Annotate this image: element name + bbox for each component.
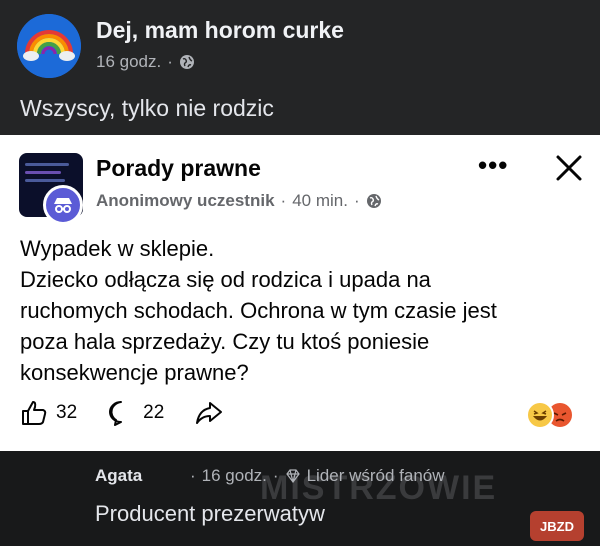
fan-badge: Lider wśród fanów <box>306 466 445 485</box>
post-actions: 32 22 <box>20 399 254 427</box>
body-line: Dziecko odłącza się od rodzica i upada n… <box>20 267 431 292</box>
thumbs-up-icon <box>22 401 47 425</box>
reaction-summary[interactable] <box>526 401 574 429</box>
post-time[interactable]: 40 min. <box>292 191 348 211</box>
watermark-badge: JBZD <box>530 511 584 541</box>
shared-group-name[interactable]: Porady prawne <box>96 155 261 182</box>
post-author[interactable]: Anonimowy uczestnik <box>96 191 275 211</box>
meta-separator: · <box>272 466 279 485</box>
comment-bubble-icon <box>109 401 123 426</box>
comment-button[interactable]: 22 <box>107 399 164 427</box>
comment-author[interactable]: Agata <box>95 466 142 486</box>
comment-text: Producent prezerwatyw <box>95 501 325 526</box>
close-icon[interactable] <box>552 151 586 185</box>
shared-post-body: Wypadek w sklepie. Dziecko odłącza się o… <box>20 233 580 388</box>
like-count: 32 <box>56 402 78 423</box>
comment-count: 22 <box>143 402 165 423</box>
body-line: Wypadek w sklepie. <box>20 236 215 261</box>
shared-post-card: Porady prawne Anonimowy uczestnik · 40 m… <box>0 135 600 451</box>
group-avatar[interactable] <box>17 14 81 78</box>
group-name[interactable]: Dej, mam horom curke <box>96 17 344 44</box>
more-options-button[interactable]: ••• <box>478 152 508 178</box>
globe-icon <box>179 55 194 69</box>
globe-icon <box>366 194 381 208</box>
comment-time[interactable]: 16 godz. <box>202 466 267 486</box>
comment-meta: · 16 godz. · Lider wśród fanów <box>190 466 445 486</box>
top-post: Dej, mam horom curke 16 godz. · Wszyscy,… <box>0 0 600 135</box>
meta-separator: · <box>190 466 196 485</box>
anonymous-avatar <box>43 185 83 225</box>
post-text: Wszyscy, tylko nie rodzic <box>20 95 274 121</box>
diamond-icon <box>285 469 300 483</box>
meta-separator: · <box>280 191 287 210</box>
body-line: ruchomych schodach. Ochrona w tym czasie… <box>20 298 497 323</box>
rainbow-icon <box>17 14 81 78</box>
shared-post-meta: Anonimowy uczestnik · 40 min. · <box>96 191 382 211</box>
body-line: konsekwencje prawne? <box>20 360 249 385</box>
comment: MISTRZOWIE Agata · 16 godz. · Lider wśró… <box>0 451 600 546</box>
haha-reaction-icon <box>526 401 554 429</box>
like-button[interactable]: 32 <box>20 399 77 427</box>
meta-separator: · <box>167 52 173 71</box>
post-time[interactable]: 16 godz. <box>96 52 161 72</box>
body-line: poza hala sprzedaży. Czy tu ktoś poniesi… <box>20 329 430 354</box>
meta-separator: · <box>353 191 360 210</box>
post-meta: 16 godz. · <box>96 52 195 72</box>
incognito-icon <box>54 198 72 213</box>
share-arrow-icon <box>196 402 223 424</box>
share-button[interactable] <box>194 399 224 427</box>
